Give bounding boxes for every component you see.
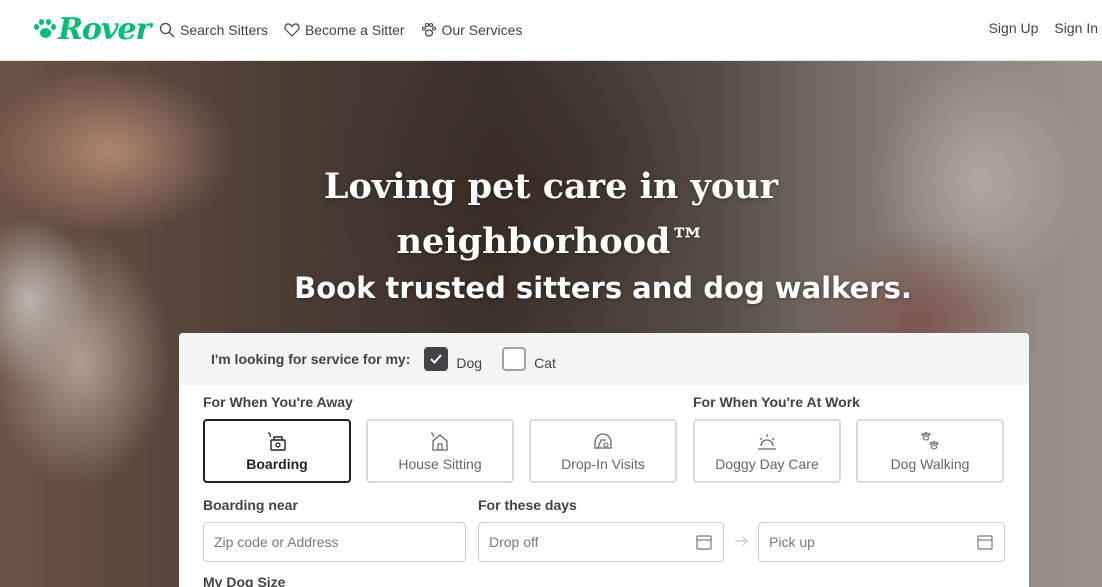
heart-icon xyxy=(284,23,300,37)
top-nav: Rover Search Sitters Become a Sitter Our… xyxy=(0,0,1102,61)
service-dog-walking[interactable]: Dog Walking xyxy=(856,419,1004,483)
group-work-label: For When You're At Work xyxy=(693,394,860,410)
pet-option-dog[interactable]: Dog xyxy=(424,347,482,371)
pickup-field[interactable] xyxy=(758,522,1005,562)
service-doggy-day-care[interactable]: Doggy Day Care xyxy=(693,419,841,483)
nav-become-sitter[interactable]: Become a Sitter xyxy=(284,20,405,40)
calendar-icon[interactable] xyxy=(695,533,713,551)
service-label: Doggy Day Care xyxy=(715,456,819,472)
group-away-label: For When You're Away xyxy=(203,394,353,410)
checkmark-icon xyxy=(430,354,443,364)
dog-size-label: My Dog Size xyxy=(203,574,286,587)
hero-title-line-2: neighborhood™ xyxy=(396,221,706,262)
service-label: House Sitting xyxy=(398,456,482,472)
cat-checkbox[interactable] xyxy=(502,347,527,371)
sign-up-link[interactable]: Sign Up xyxy=(989,20,1039,36)
nav-our-services[interactable]: Our Services xyxy=(421,20,523,40)
nav-link-label: Become a Sitter xyxy=(304,22,405,38)
dates-label: For these days xyxy=(478,497,577,513)
nav-search-sitters[interactable]: Search Sitters xyxy=(159,20,268,40)
dog-walking-icon xyxy=(921,432,939,450)
day-care-icon xyxy=(758,434,776,450)
location-input[interactable] xyxy=(214,534,455,550)
hero-title: Loving pet care in your neighborhood™ xyxy=(0,159,1102,269)
boarding-icon xyxy=(267,432,286,451)
location-label: Boarding near xyxy=(203,497,298,513)
location-field[interactable] xyxy=(203,522,466,562)
pet-option-cat[interactable]: Cat xyxy=(502,347,556,371)
nav-link-label: Search Sitters xyxy=(180,22,268,38)
pet-type-prompt: I'm looking for service for my: xyxy=(211,351,411,367)
hero-subtitle: Book trusted sitters and dog walkers. xyxy=(294,271,912,305)
dropoff-field[interactable] xyxy=(478,522,724,562)
service-drop-in-visits[interactable]: Drop-In Visits xyxy=(529,419,677,483)
house-sitting-icon xyxy=(430,432,448,451)
rover-logo[interactable]: Rover xyxy=(34,12,151,48)
service-house-sitting[interactable]: House Sitting xyxy=(366,419,514,483)
search-card: I'm looking for service for my: Dog Cat … xyxy=(179,333,1029,587)
logo-wordmark: Rover xyxy=(58,12,151,47)
hero-title-line-1: Loving pet care in your xyxy=(323,166,779,207)
sign-in-link[interactable]: Sign In xyxy=(1054,20,1098,36)
arrow-right-icon xyxy=(735,536,748,546)
service-label: Drop-In Visits xyxy=(561,456,645,472)
drop-in-icon xyxy=(594,433,612,449)
pickup-input[interactable] xyxy=(769,534,976,550)
service-label: Boarding xyxy=(246,456,308,472)
pet-type-bar: I'm looking for service for my: Dog Cat xyxy=(179,333,1029,385)
calendar-icon[interactable] xyxy=(976,533,994,551)
dog-checkbox[interactable] xyxy=(424,347,449,371)
dropoff-input[interactable] xyxy=(489,534,695,550)
paw-logo-icon xyxy=(34,19,56,41)
nav-link-label: Our Services xyxy=(441,22,523,38)
service-label: Dog Walking xyxy=(890,456,970,472)
cat-label: Cat xyxy=(534,355,556,371)
search-icon xyxy=(159,22,175,38)
paw-icon xyxy=(421,22,436,37)
dog-label: Dog xyxy=(456,355,483,371)
service-boarding[interactable]: Boarding xyxy=(203,419,351,483)
